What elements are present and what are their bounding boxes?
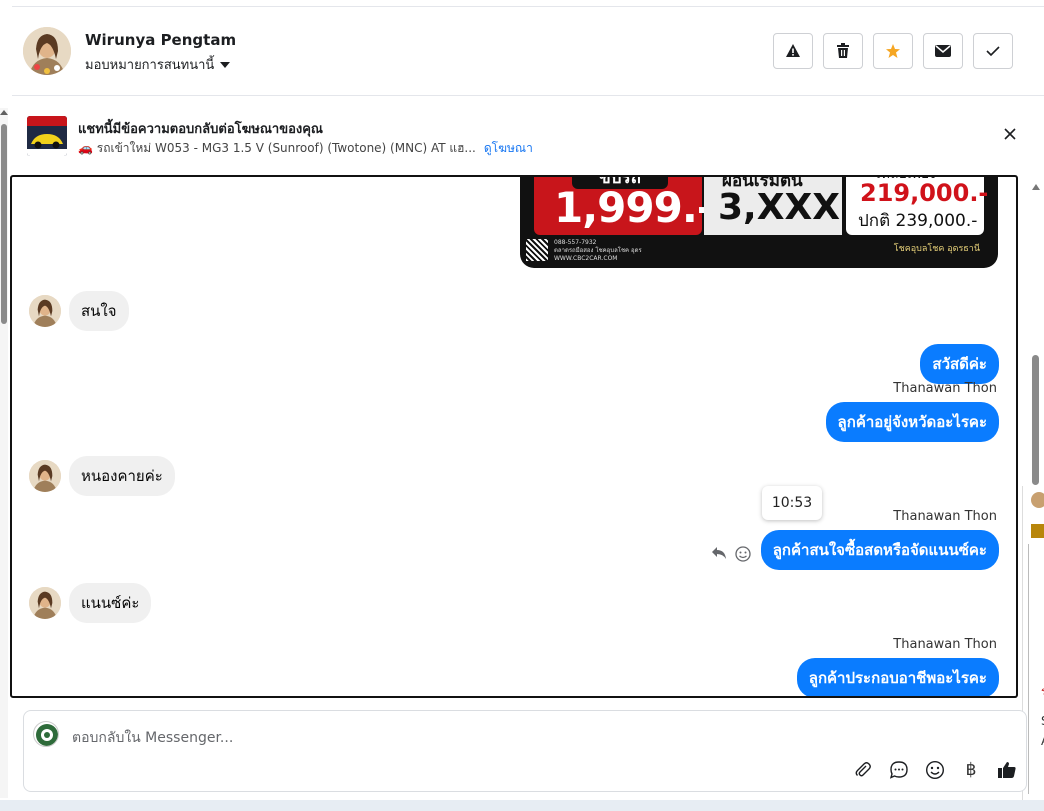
message-row-incoming: หนองคายค่ะ (29, 456, 175, 496)
check-icon (986, 46, 1000, 57)
emoji-icon[interactable] (924, 759, 946, 781)
emoji-react-icon[interactable] (735, 546, 751, 562)
peek-thumbnail (1031, 524, 1044, 538)
scroll-up-arrow[interactable] (1032, 184, 1040, 190)
message-row-incoming: สนใจ (29, 291, 129, 331)
message-bubble[interactable]: สนใจ (69, 291, 129, 331)
warning-icon (786, 44, 800, 57)
banner-phone: 088-557-7932 (554, 239, 597, 246)
assign-conversation-dropdown[interactable]: มอบหมายการสนทนานี้ (85, 54, 231, 75)
contact-name[interactable]: Wirunya Pengtam (85, 31, 236, 49)
baht-icon[interactable]: ฿ (960, 759, 982, 781)
message-row-outgoing: สวัสดีค่ะ (920, 344, 999, 384)
message-thread[interactable]: ขับรถ 1,999.- ผ่อนเริ่มต้น 3,XXX.- เหลือ… (10, 175, 1018, 698)
peek-divider (1028, 544, 1029, 794)
caret-down-icon (220, 61, 231, 68)
chat-bubble-icon[interactable] (888, 759, 910, 781)
report-button[interactable] (773, 33, 813, 69)
message-bubble[interactable]: ลูกค้าอยู่จังหวัดอะไรคะ (825, 402, 999, 442)
ad-context-banner: แชทนี้มีข้อความตอบกลับต่อโฆษณาของคุณ 🚗 ร… (12, 96, 1044, 174)
banner-facebook: ตลาดรถมือสอง โชคอุบลโชค อุดร (554, 247, 642, 254)
page-avatar (33, 721, 59, 747)
message-row-outgoing: ลูกค้าอยู่จังหวัดอะไรคะ (825, 402, 999, 442)
price-panel: เหลือเพียง 219,000.- ปกติ 239,000.- (846, 177, 988, 235)
mark-unread-button[interactable] (923, 33, 963, 69)
message-bubble[interactable]: แนนซ์ค่ะ (69, 583, 152, 623)
dealer-logo: โชคอุบลโชค อุดรธานี (893, 244, 980, 254)
ad-context-details: 🚗 รถเข้าใหม่ W053 - MG3 1.5 V (Sunroof) … (78, 139, 533, 158)
envelope-icon (935, 45, 951, 57)
banner-contact: 088-557-7932 ตลาดรถมือสอง โชคอุบลโชค อุด… (554, 239, 642, 263)
thumbs-up-icon[interactable] (996, 759, 1018, 781)
view-ad-link[interactable]: ดูโฆษณา (484, 139, 533, 158)
message-bubble[interactable]: ลูกค้าสนใจซื้อสดหรือจัดแนนซ์คะ (760, 530, 999, 570)
delete-button[interactable] (823, 33, 863, 69)
reply-composer[interactable]: ตอบกลับใน Messenger... ฿ (23, 710, 1027, 792)
qr-code-icon (526, 239, 548, 261)
message-row-incoming: แนนซ์ค่ะ (29, 583, 152, 623)
reply-icon[interactable] (711, 546, 727, 560)
bottom-bar (0, 800, 1044, 811)
contact-avatar-small[interactable] (29, 587, 61, 619)
ad-name: 🚗 รถเข้าใหม่ W053 - MG3 1.5 V (Sunroof) … (78, 141, 476, 155)
normal-price: ปกติ 239,000.- (858, 211, 978, 231)
message-bubble[interactable]: ลูกค้าประกอบอาชีพอะไรคะ (796, 658, 999, 696)
contact-avatar[interactable] (23, 27, 71, 75)
down-payment-panel: ขับรถ 1,999.- (534, 177, 714, 235)
reply-input[interactable]: ตอบกลับใน Messenger... (72, 727, 233, 749)
composer-tools: ฿ (852, 759, 1018, 781)
message-bubble[interactable]: หนองคายค่ะ (69, 456, 175, 496)
trash-icon (837, 43, 849, 58)
banner-website: WWW.CBC2CAR.COM (554, 255, 618, 262)
message-row-outgoing: ลูกค้าสนใจซื้อสดหรือจัดแนนซ์คะ (760, 530, 999, 570)
message-bubble[interactable]: สวัสดีค่ะ (920, 344, 999, 384)
page-scrollbar[interactable] (0, 108, 8, 806)
down-payment-amount: 1,999.- (554, 183, 714, 232)
scroll-thumb[interactable] (1032, 355, 1039, 485)
scroll-up-arrow[interactable] (0, 110, 8, 115)
contact-avatar-small[interactable] (29, 295, 61, 327)
contact-avatar-small[interactable] (29, 460, 61, 492)
header-actions (773, 33, 1013, 69)
mark-done-button[interactable] (973, 33, 1013, 69)
close-icon[interactable] (1002, 126, 1018, 142)
messenger-inbox: Wirunya Pengtam มอบหมายการสนทนานี้ แชทนี… (0, 0, 1044, 811)
ad-context-title: แชทนี้มีข้อความตอบกลับต่อโฆษณาของคุณ (78, 122, 323, 137)
assign-label: มอบหมายการสนทนานี้ (85, 58, 215, 73)
ad-image-message[interactable]: ขับรถ 1,999.- ผ่อนเริ่มต้น 3,XXX.- เหลือ… (520, 177, 998, 268)
star-button[interactable] (873, 33, 913, 69)
timestamp-tooltip: 10:53 (762, 486, 822, 520)
sender-name: Thanawan Thon (893, 637, 997, 652)
paperclip-icon[interactable] (852, 759, 874, 781)
message-row-outgoing: ลูกค้าประกอบอาชีพอะไรคะ (796, 658, 999, 696)
sale-price: 219,000.- (860, 179, 989, 207)
message-actions (711, 546, 751, 562)
star-icon (886, 44, 900, 58)
sender-name: Thanawan Thon (893, 509, 997, 524)
peek-avatar (1031, 492, 1044, 508)
conversation-header: Wirunya Pengtam มอบหมายการสนทนานี้ (12, 7, 1044, 96)
installment-panel: ผ่อนเริ่มต้น 3,XXX.- (704, 177, 869, 235)
scroll-thumb[interactable] (1, 124, 7, 324)
sender-name: Thanawan Thon (893, 381, 997, 396)
ad-thumbnail[interactable] (27, 116, 67, 156)
